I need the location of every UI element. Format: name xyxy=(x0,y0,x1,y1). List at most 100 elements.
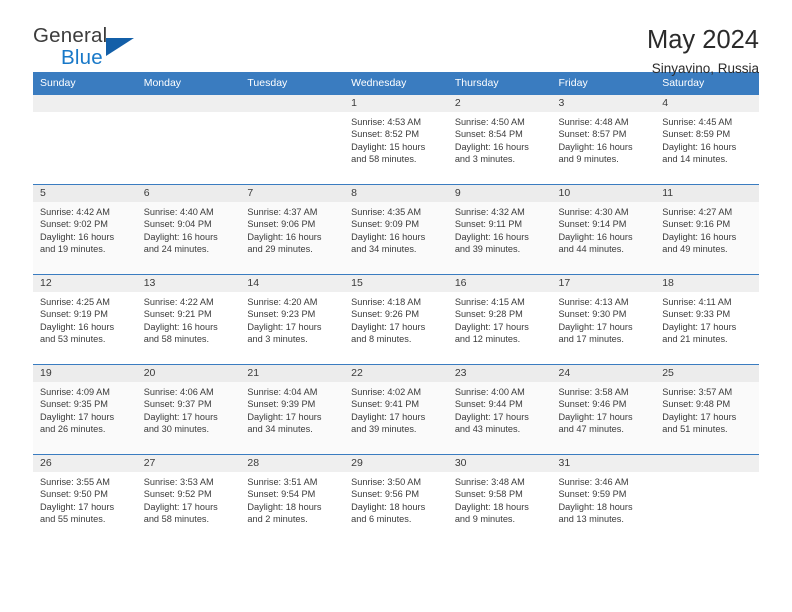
calendar-day-cell[interactable]: 4 Sunrise: 4:45 AM Sunset: 8:59 PM Daylight… xyxy=(655,94,759,185)
day-details: Sunrise: 3:46 AM Sunset: 9:59 PM Daylight:… xyxy=(552,472,656,526)
calendar-day-cell[interactable]: 19 Sunrise: 4:09 AM Sunset: 9:35 PM Dayligh… xyxy=(33,364,137,455)
day-details: Sunrise: 3:51 AM Sunset: 9:54 PM Daylight:… xyxy=(240,472,344,526)
title-block: May 2024 Sinyavino, Russia xyxy=(647,26,759,76)
day-number: 9 xyxy=(447,185,552,202)
sunrise-text: Sunrise: 4:30 AM xyxy=(558,207,629,217)
sunset-text: Sunset: 9:14 PM xyxy=(558,219,627,230)
daylight-2-text: and 8 minutes. xyxy=(351,334,412,345)
day-number: 26 xyxy=(33,455,137,472)
sunset-text: Sunset: 9:41 PM xyxy=(351,399,420,410)
sunrise-text: Sunrise: 4:22 AM xyxy=(143,297,214,307)
daylight-1-text: Daylight: 16 hours xyxy=(558,231,633,242)
calendar-day-cell[interactable]: 29 Sunrise: 3:50 AM Sunset: 9:56 PM Dayligh… xyxy=(344,454,448,545)
day-details: Sunrise: 4:02 AM Sunset: 9:41 PM Daylight:… xyxy=(344,382,448,436)
sunset-text: Sunset: 9:35 PM xyxy=(40,399,108,410)
sunrise-text: Sunrise: 4:20 AM xyxy=(247,297,318,307)
day-details: Sunrise: 4:04 AM Sunset: 9:39 PM Daylight:… xyxy=(240,382,344,436)
daylight-1-text: Daylight: 17 hours xyxy=(247,411,322,422)
calendar-day-cell[interactable]: 28 Sunrise: 3:51 AM Sunset: 9:54 PM Dayligh… xyxy=(240,454,345,545)
calendar-day-cell[interactable]: 23 Sunrise: 4:00 AM Sunset: 9:44 PM Dayligh… xyxy=(447,364,552,455)
daylight-2-text: and 47 minutes. xyxy=(558,424,624,435)
calendar-day-cell[interactable]: 26 Sunrise: 3:55 AM Sunset: 9:50 PM Dayligh… xyxy=(33,454,137,545)
day-details: Sunrise: 4:27 AM Sunset: 9:16 PM Daylight:… xyxy=(655,202,759,256)
calendar-day-cell[interactable]: 6 Sunrise: 4:40 AM Sunset: 9:04 PM Daylight… xyxy=(136,184,241,275)
day-number: 7 xyxy=(240,185,345,202)
calendar-day-cell[interactable]: 2 Sunrise: 4:50 AM Sunset: 8:54 PM Daylight… xyxy=(447,94,552,185)
calendar-day-cell[interactable]: 15 Sunrise: 4:18 AM Sunset: 9:26 PM Dayligh… xyxy=(344,274,448,365)
daylight-1-text: Daylight: 16 hours xyxy=(662,141,737,152)
day-details: Sunrise: 4:48 AM Sunset: 8:57 PM Daylight:… xyxy=(552,112,656,166)
sunrise-text: Sunrise: 4:09 AM xyxy=(40,387,110,397)
daylight-2-text: and 6 minutes. xyxy=(351,514,412,525)
daylight-1-text: Daylight: 15 hours xyxy=(351,141,426,152)
daylight-2-text: and 9 minutes. xyxy=(454,514,516,525)
sunrise-text: Sunrise: 4:40 AM xyxy=(143,207,214,217)
day-number: 13 xyxy=(136,275,241,292)
calendar-day-cell[interactable]: 16 Sunrise: 4:15 AM Sunset: 9:28 PM Dayligh… xyxy=(447,274,552,365)
calendar-day-cell[interactable]: 1 Sunrise: 4:53 AM Sunset: 8:52 PM Daylight… xyxy=(344,94,448,185)
daylight-2-text: and 29 minutes. xyxy=(247,244,313,255)
day-number: 12 xyxy=(33,275,137,292)
day-number: 15 xyxy=(344,275,448,292)
calendar-day-cell[interactable]: 20 Sunrise: 4:06 AM Sunset: 9:37 PM Dayligh… xyxy=(136,364,241,455)
day-details: Sunrise: 4:42 AM Sunset: 9:02 PM Daylight:… xyxy=(33,202,137,256)
calendar-page: General Blue May 2024 Sinyavino, Russia … xyxy=(0,0,792,612)
daylight-1-text: Daylight: 16 hours xyxy=(454,141,529,152)
sunrise-text: Sunrise: 3:50 AM xyxy=(351,477,422,487)
calendar-day-cell[interactable]: 8 Sunrise: 4:35 AM Sunset: 9:09 PM Daylight… xyxy=(344,184,448,275)
calendar-day-cell[interactable]: 25 Sunrise: 3:57 AM Sunset: 9:48 PM Dayligh… xyxy=(655,364,759,455)
calendar-day-cell[interactable]: 13 Sunrise: 4:22 AM Sunset: 9:21 PM Dayligh… xyxy=(136,274,241,365)
weekday-header-sunday: Sunday xyxy=(33,72,137,95)
daylight-1-text: Daylight: 17 hours xyxy=(662,411,737,422)
day-number: 8 xyxy=(344,185,448,202)
daylight-1-text: Daylight: 16 hours xyxy=(558,141,633,152)
daylight-2-text: and 39 minutes. xyxy=(454,244,521,255)
day-number: 30 xyxy=(447,455,552,472)
sunset-text: Sunset: 9:59 PM xyxy=(558,489,627,500)
sunrise-text: Sunrise: 4:37 AM xyxy=(247,207,318,217)
day-details: Sunrise: 4:22 AM Sunset: 9:21 PM Daylight:… xyxy=(137,292,241,346)
daylight-2-text: and 14 minutes. xyxy=(662,154,728,165)
day-details: Sunrise: 4:13 AM Sunset: 9:30 PM Daylight:… xyxy=(552,292,656,346)
day-details: Sunrise: 3:57 AM Sunset: 9:48 PM Daylight:… xyxy=(655,382,759,436)
brand-logo[interactable]: General Blue xyxy=(33,25,163,74)
calendar-day-cell[interactable]: 30 Sunrise: 3:48 AM Sunset: 9:58 PM Dayligh… xyxy=(447,454,552,545)
calendar-day-cell-empty xyxy=(33,94,137,185)
daylight-1-text: Daylight: 17 hours xyxy=(351,411,426,422)
calendar-day-cell[interactable]: 7 Sunrise: 4:37 AM Sunset: 9:06 PM Daylight… xyxy=(240,184,345,275)
daylight-1-text: Daylight: 16 hours xyxy=(143,231,218,242)
calendar-day-cell[interactable]: 14 Sunrise: 4:20 AM Sunset: 9:23 PM Dayligh… xyxy=(240,274,345,365)
daylight-1-text: Daylight: 16 hours xyxy=(40,231,115,242)
daylight-1-text: Daylight: 16 hours xyxy=(143,321,218,332)
calendar-day-cell[interactable]: 21 Sunrise: 4:04 AM Sunset: 9:39 PM Dayligh… xyxy=(240,364,345,455)
page-header: General Blue May 2024 Sinyavino, Russia xyxy=(33,0,759,76)
page-title: May 2024 xyxy=(647,26,759,54)
sunrise-text: Sunrise: 4:25 AM xyxy=(40,297,110,307)
day-details: Sunrise: 4:32 AM Sunset: 9:11 PM Daylight:… xyxy=(448,202,552,256)
calendar-day-cell[interactable]: 5 Sunrise: 4:42 AM Sunset: 9:02 PM Daylight… xyxy=(33,184,137,275)
day-number: 4 xyxy=(655,95,759,112)
calendar-day-cell[interactable]: 24 Sunrise: 3:58 AM Sunset: 9:46 PM Dayligh… xyxy=(551,364,656,455)
calendar-day-cell[interactable]: 31 Sunrise: 3:46 AM Sunset: 9:59 PM Dayligh… xyxy=(551,454,656,545)
sunrise-text: Sunrise: 4:32 AM xyxy=(454,207,525,217)
calendar-day-cell[interactable]: 10 Sunrise: 4:30 AM Sunset: 9:14 PM Dayligh… xyxy=(551,184,656,275)
daylight-1-text: Daylight: 16 hours xyxy=(40,321,115,332)
calendar-day-cell[interactable]: 22 Sunrise: 4:02 AM Sunset: 9:41 PM Dayligh… xyxy=(344,364,448,455)
sunset-text: Sunset: 9:21 PM xyxy=(143,309,212,320)
daylight-1-text: Daylight: 17 hours xyxy=(662,321,737,332)
calendar-day-cell[interactable]: 3 Sunrise: 4:48 AM Sunset: 8:57 PM Daylight… xyxy=(551,94,656,185)
weekday-header-friday: Friday xyxy=(551,72,656,95)
day-details: Sunrise: 4:45 AM Sunset: 8:59 PM Daylight:… xyxy=(655,112,759,166)
calendar-day-cell[interactable]: 27 Sunrise: 3:53 AM Sunset: 9:52 PM Dayligh… xyxy=(136,454,241,545)
sunset-text: Sunset: 9:33 PM xyxy=(662,309,731,320)
daylight-2-text: and 58 minutes. xyxy=(143,334,210,345)
calendar-day-cell-empty xyxy=(655,454,759,545)
calendar-day-cell[interactable]: 11 Sunrise: 4:27 AM Sunset: 9:16 PM Dayligh… xyxy=(655,184,759,275)
sunrise-text: Sunrise: 4:45 AM xyxy=(662,117,733,127)
calendar-day-cell[interactable]: 17 Sunrise: 4:13 AM Sunset: 9:30 PM Dayligh… xyxy=(551,274,656,365)
calendar-day-cell[interactable]: 12 Sunrise: 4:25 AM Sunset: 9:19 PM Dayligh… xyxy=(33,274,137,365)
sunrise-text: Sunrise: 4:27 AM xyxy=(662,207,733,217)
calendar-day-cell[interactable]: 9 Sunrise: 4:32 AM Sunset: 9:11 PM Daylight… xyxy=(447,184,552,275)
sunrise-text: Sunrise: 3:51 AM xyxy=(247,477,318,487)
calendar-day-cell[interactable]: 18 Sunrise: 4:11 AM Sunset: 9:33 PM Dayligh… xyxy=(655,274,759,365)
